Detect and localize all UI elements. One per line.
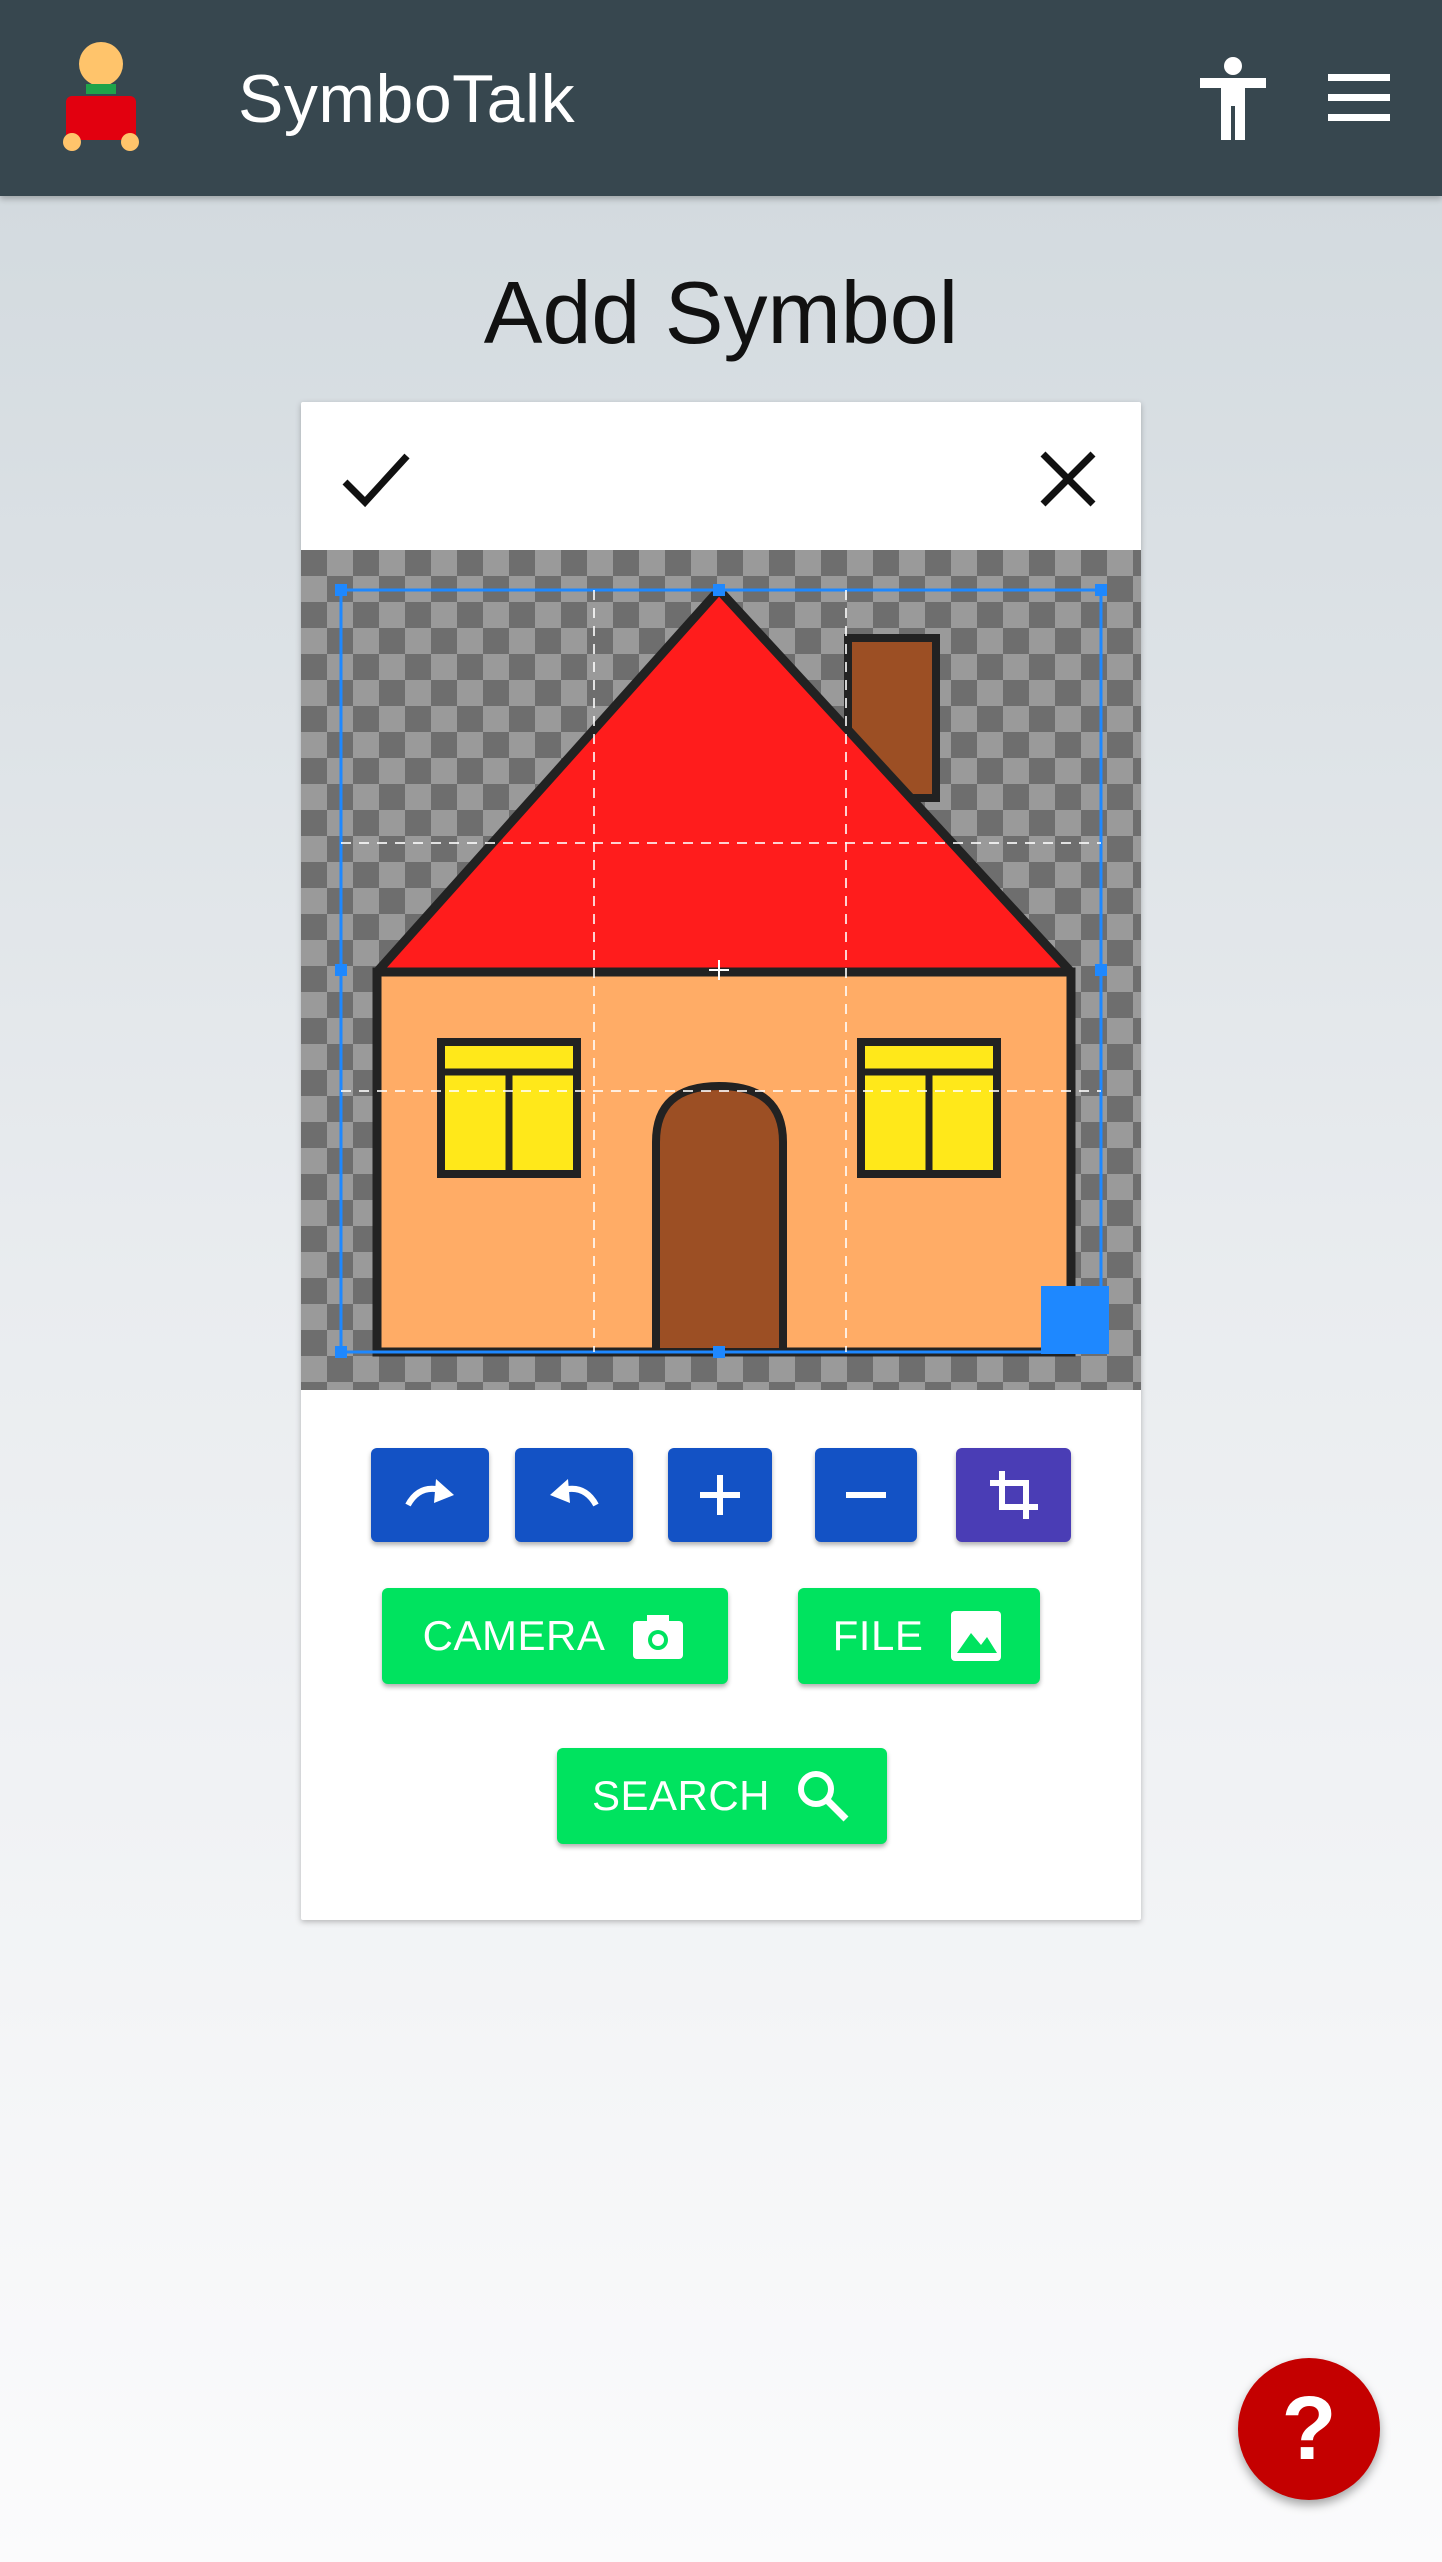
page-title: Add Symbol bbox=[483, 263, 959, 362]
redo-icon bbox=[405, 1479, 454, 1507]
crop-icon bbox=[989, 1471, 1038, 1519]
undo-icon bbox=[550, 1479, 599, 1507]
confirm-button[interactable] bbox=[337, 444, 417, 514]
camera-icon bbox=[633, 1615, 684, 1659]
crop-button[interactable] bbox=[956, 1448, 1071, 1542]
app-bar: SymboTalk bbox=[0, 0, 1442, 196]
help-icon: ? bbox=[1281, 2378, 1337, 2479]
image-icon bbox=[951, 1611, 1002, 1661]
rotate-left-button[interactable] bbox=[515, 1448, 633, 1542]
file-label: FILE bbox=[832, 1612, 924, 1659]
camera-button[interactable]: CAMERA bbox=[382, 1588, 728, 1684]
app-title: SymboTalk bbox=[238, 61, 576, 137]
accessibility-icon bbox=[1200, 57, 1266, 140]
search-button[interactable]: SEARCH bbox=[557, 1748, 887, 1844]
close-icon bbox=[1040, 451, 1096, 507]
help-button[interactable]: ? bbox=[1238, 2358, 1380, 2500]
hamburger-menu-icon bbox=[1328, 74, 1390, 121]
zoom-in-button[interactable] bbox=[668, 1448, 772, 1542]
search-label: SEARCH bbox=[591, 1772, 771, 1819]
minus-icon bbox=[846, 1492, 886, 1498]
close-button[interactable] bbox=[1033, 444, 1103, 514]
menu-button[interactable] bbox=[1318, 60, 1398, 136]
image-crop-area[interactable] bbox=[301, 550, 1141, 1390]
camera-label: CAMERA bbox=[422, 1612, 606, 1659]
rotate-right-button[interactable] bbox=[371, 1448, 489, 1542]
symbol-editor-card: CAMERA FILE SEARCH bbox=[301, 402, 1141, 1920]
zoom-out-button[interactable] bbox=[815, 1448, 917, 1542]
search-icon bbox=[798, 1771, 849, 1822]
house-image bbox=[335, 584, 1109, 1358]
plus-icon bbox=[700, 1475, 740, 1515]
file-button[interactable]: FILE bbox=[798, 1588, 1040, 1684]
app-logo-icon bbox=[56, 38, 146, 158]
check-icon bbox=[342, 453, 410, 508]
accessibility-button[interactable] bbox=[1188, 56, 1278, 140]
